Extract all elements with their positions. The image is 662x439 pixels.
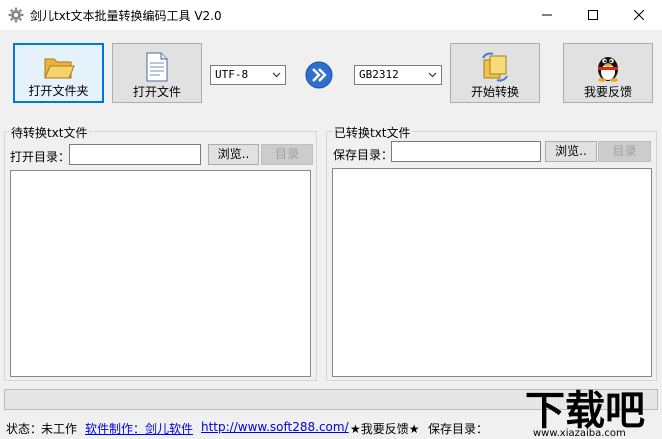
open-dir-label: 打开目录： <box>10 150 71 164</box>
site-link[interactable]: http://www.soft288.com/ <box>201 420 349 434</box>
close-button[interactable] <box>616 0 662 30</box>
qq-penguin-icon <box>598 57 618 82</box>
status-label: 状态： <box>6 422 43 436</box>
close-icon <box>634 10 644 20</box>
feedback-label: 我要反馈 <box>583 85 632 99</box>
target-encoding-select[interactable]: GB2312 <box>354 65 442 85</box>
author-link[interactable]: 软件制作：剑儿软件 <box>85 420 193 437</box>
source-file-list[interactable] <box>10 170 311 377</box>
folder-icon <box>43 58 75 79</box>
start-convert-label: 开始转换 <box>470 85 519 99</box>
maximize-button[interactable] <box>570 0 616 30</box>
feedback-text[interactable]: ★我要反馈★ <box>350 420 420 437</box>
watermark-url-text: www.xiazaiba.com <box>533 428 626 439</box>
xiazaiba-watermark-logo: 下载吧 www.xiazaiba.com <box>525 388 645 439</box>
chevron-down-icon <box>428 72 437 78</box>
open-file-label: 打开文件 <box>132 85 181 99</box>
target-encoding-value: GB2312 <box>359 68 399 81</box>
save-dir-input[interactable] <box>391 141 541 162</box>
source-dir-label: 目录 <box>274 147 299 161</box>
open-folder-label: 打开文件夹 <box>28 84 89 98</box>
browse-source-label: 浏览.. <box>217 147 250 161</box>
open-file-button[interactable]: 打开文件 <box>112 43 202 103</box>
converted-group-title: 已转换txt文件 <box>333 124 412 141</box>
browse-source-button[interactable]: 浏览.. <box>208 144 259 165</box>
convert-arrow-icon <box>305 61 333 89</box>
target-dir-button[interactable]: 目录 <box>598 141 651 162</box>
browse-target-label: 浏览.. <box>555 144 587 158</box>
open-dir-input[interactable] <box>69 144 201 165</box>
open-folder-button[interactable]: 打开文件夹 <box>13 43 104 103</box>
feedback-button[interactable]: 我要反馈 <box>563 43 653 103</box>
title-bar: 剑儿txt文本批量转换编码工具 V2.0 <box>0 0 662 30</box>
converted-file-list[interactable] <box>332 168 652 377</box>
minimize-icon <box>542 14 552 16</box>
minimize-button[interactable] <box>524 0 570 30</box>
browse-target-button[interactable]: 浏览.. <box>545 141 597 162</box>
save-dir-status-label: 保存目录： <box>428 422 489 436</box>
convert-docs-icon <box>482 52 508 82</box>
source-dir-button[interactable]: 目录 <box>261 144 313 165</box>
source-group-title: 待转换txt文件 <box>10 124 89 141</box>
window-title: 剑儿txt文本批量转换编码工具 V2.0 <box>30 9 222 23</box>
source-encoding-select[interactable]: UTF-8 <box>210 65 286 85</box>
start-convert-button[interactable]: 开始转换 <box>450 43 540 103</box>
target-dir-label: 目录 <box>612 144 637 158</box>
gear-icon <box>8 7 24 23</box>
save-dir-label: 保存目录： <box>333 148 394 162</box>
maximize-icon <box>588 10 598 20</box>
status-value: 未工作 <box>41 422 78 436</box>
chevron-down-icon <box>272 72 281 78</box>
source-encoding-value: UTF-8 <box>215 68 249 81</box>
document-icon <box>146 52 168 82</box>
